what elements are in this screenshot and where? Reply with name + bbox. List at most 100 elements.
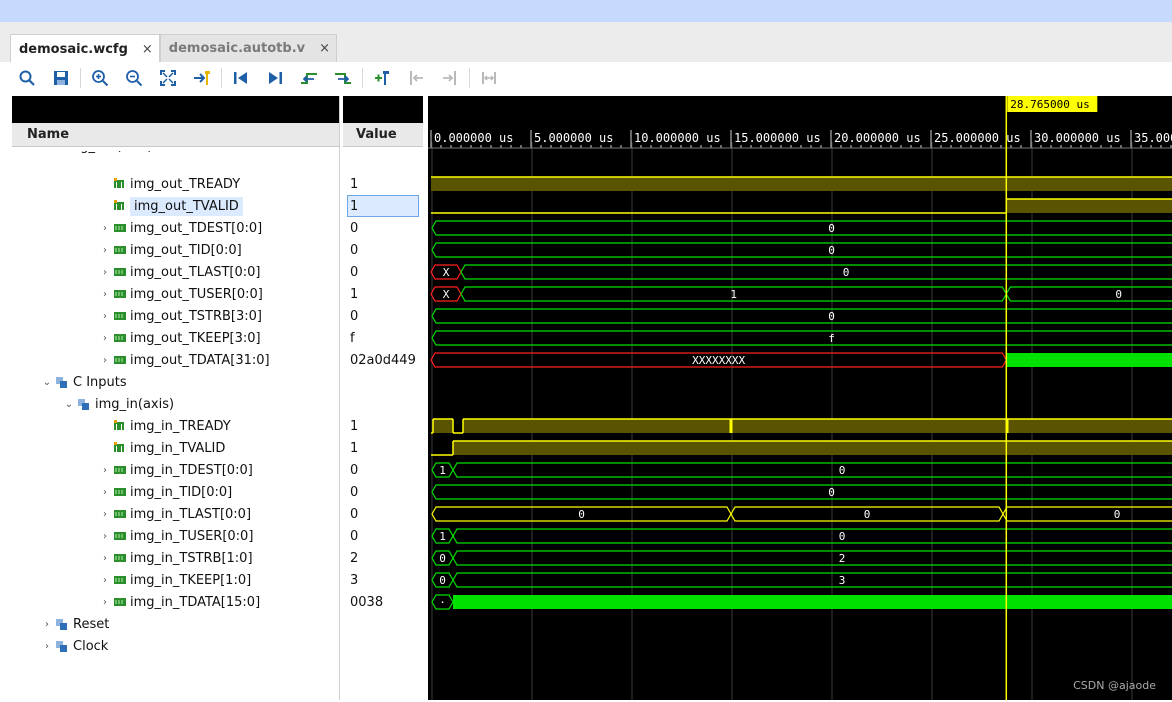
close-icon[interactable]: × [319,41,330,56]
waveform-canvas[interactable]: 0.000000 us 5.000000 us 10.000000 us 15.000… [428,96,1172,700]
chevron-right-icon[interactable]: › [100,531,110,542]
go-to-cursor-icon[interactable] [191,67,213,89]
ruler-tick-label: 30.000000 us [1034,131,1121,145]
signal-row-img-out-tkeep-3-0[interactable]: › img_out_TKEEP[3:0] [100,327,261,349]
next-transition-icon[interactable] [332,67,354,89]
signal-row-clock[interactable]: › Clock [42,635,108,657]
name-column-header[interactable]: Name [12,123,339,147]
swap-cursors-icon[interactable] [478,67,500,89]
signal-row-img-out-tdata-31-0[interactable]: › img_out_TDATA[31:0] [100,349,270,371]
tab-label: demosaic.autotb.v [168,41,306,56]
previous-transition-icon[interactable] [298,67,320,89]
zoom-in-icon[interactable] [89,67,111,89]
chevron-right-icon[interactable]: › [100,311,110,322]
wave-bus-label: 0 [828,310,835,323]
chevron-right-icon[interactable]: › [100,333,110,344]
signal-value: 1 [350,176,359,192]
chevron-right-icon[interactable]: › [100,487,110,498]
signal-value: 1 [350,286,359,302]
chevron-right-icon[interactable]: › [100,245,110,256]
signal-row-img-in-tdata-15-0[interactable]: › img_in_TDATA[15:0] [100,591,260,613]
wave-high-fill [433,419,453,433]
go-to-time-0-icon[interactable] [230,67,252,89]
tab-demosaic-wcfg[interactable]: demosaic.wcfg × [10,34,160,63]
bus-signal-icon [114,552,130,564]
chevron-right-icon[interactable]: › [100,553,110,564]
chevron-right-icon[interactable]: › [100,223,110,234]
wave-bus-label: · [439,596,446,609]
wave-bus-dense [1006,353,1172,367]
chevron-down-icon[interactable]: ⌄ [64,399,74,410]
wave-bus-label: 0 [1115,288,1122,301]
chevron-right-icon[interactable]: › [100,289,110,300]
signal-row-img-in-tid-0-0[interactable]: › img_in_TID[0:0] [100,481,232,503]
group-icon [56,376,73,388]
signal-name: Clock [73,638,109,654]
chevron-right-icon[interactable]: › [100,597,110,608]
signal-name: img_out_TKEEP[3:0] [130,330,261,346]
signal-name: img_out_TREADY [130,176,241,192]
wave-bus-label: 0 [839,530,846,543]
signal-row-img-out-tid-0-0[interactable]: › img_out_TID[0:0] [100,239,242,261]
toolbar-separator [362,68,363,88]
wave-bus-label: 0 [828,222,835,235]
wave-bus-label: XXXXXXXX [692,354,745,367]
bit-signal-icon [114,420,130,432]
signal-row-img-out-tdest-0-0[interactable]: › img_out_TDEST[0:0] [100,217,262,239]
signal-row-img-in-axis[interactable]: ⌄ img_in(axis) [64,393,174,415]
chevron-right-icon[interactable]: › [42,641,52,652]
chevron-right-icon[interactable]: › [100,509,110,520]
waveform-panel[interactable]: 0.000000 us 5.000000 us 10.000000 us 15.000… [428,96,1172,700]
zoom-fit-icon[interactable] [157,67,179,89]
signal-row-img-out-tready[interactable]: img_out_TREADY [100,173,240,195]
ruler-tick-label: 20.000000 us [834,131,921,145]
chevron-right-icon[interactable]: › [100,465,110,476]
wave-bus-label: X [443,288,450,301]
signal-row-img-in-tstrb-1-0[interactable]: › img_in_TSTRB[1:0] [100,547,253,569]
signal-row-img-out-tuser-0-0[interactable]: › img_out_TUSER[0:0] [100,283,263,305]
wave-bus-segment [452,462,1172,478]
signal-value: 0 [350,220,359,236]
bus-signal-icon [114,486,130,498]
zoom-out-icon[interactable] [123,67,145,89]
search-icon[interactable] [16,67,38,89]
close-icon[interactable]: × [142,42,153,57]
signal-value: 0 [350,242,359,258]
add-marker-icon[interactable] [371,67,393,89]
toolbar-separator [221,68,222,88]
bus-signal-icon [114,288,130,300]
signal-name: img_in_TDEST[0:0] [130,462,253,478]
chevron-down-icon[interactable]: ⌄ [42,377,52,388]
next-marker-icon[interactable] [439,67,461,89]
signal-row-reset[interactable]: › Reset [42,613,109,635]
chevron-right-icon[interactable]: › [42,619,52,630]
wave-bus-label: 0 [828,244,835,257]
signal-row-img-in-tuser-0-0[interactable]: › img_in_TUSER[0:0] [100,525,253,547]
signal-row-img-in-tlast-0-0[interactable]: › img_in_TLAST[0:0] [100,503,251,525]
signal-row-img-out-tstrb-3-0[interactable]: › img_out_TSTRB[3:0] [100,305,262,327]
go-to-last-time-icon[interactable] [264,67,286,89]
signal-value[interactable]: 1 [347,195,419,217]
signal-row-img-in-tkeep-1-0[interactable]: › img_in_TKEEP[1:0] [100,569,251,591]
signal-row-c-inputs[interactable]: ⌄ C Inputs [42,371,127,393]
chevron-right-icon[interactable]: › [100,267,110,278]
toolbar-separator [80,68,81,88]
signal-row-img-in-tvalid[interactable]: img_in_TVALID [100,437,225,459]
signal-row-img-out-tlast-0-0[interactable]: › img_out_TLAST[0:0] [100,261,260,283]
group-img-out-partial[interactable]: img_out(axis) [64,151,153,157]
save-icon[interactable] [50,67,72,89]
tab-demosaic-autotb[interactable]: demosaic.autotb.v × [159,34,338,62]
signal-row-img-in-tdest-0-0[interactable]: › img_in_TDEST[0:0] [100,459,253,481]
signal-row-img-in-tready[interactable]: img_in_TREADY [100,415,231,437]
wave-bus-segment [431,484,1172,500]
signal-row-img-out-tvalid[interactable]: img_out_TVALID [100,195,243,217]
signal-name: img_in_TID[0:0] [130,484,233,500]
signal-name: img_out_TSTRB[3:0] [130,308,262,324]
wave-bus-segment [1002,506,1172,522]
chevron-right-icon[interactable]: › [100,355,110,366]
value-column-header[interactable]: Value [343,123,423,147]
chevron-right-icon[interactable]: › [100,575,110,586]
signal-value [343,371,419,393]
previous-marker-icon[interactable] [405,67,427,89]
bit-signal-icon [114,200,130,212]
